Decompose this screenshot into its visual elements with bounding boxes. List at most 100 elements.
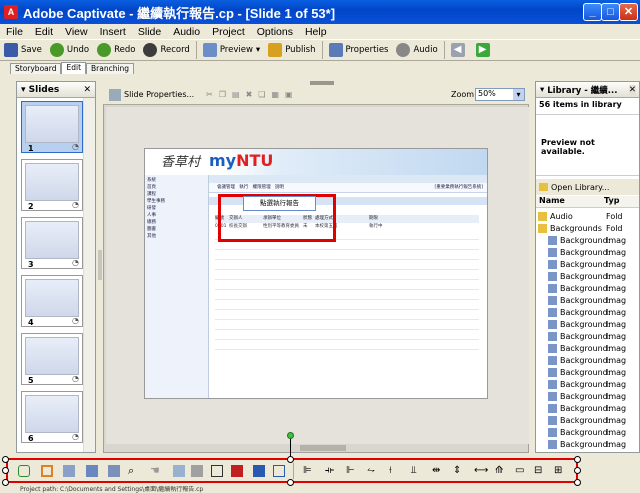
- slides-scrollbar[interactable]: [83, 98, 95, 452]
- bottom-panel-handle[interactable]: [300, 445, 346, 451]
- highlight-box-icon[interactable]: [41, 465, 53, 477]
- menu-slide[interactable]: Slide: [132, 26, 167, 38]
- publish-button[interactable]: Publish: [264, 40, 319, 60]
- menu-audio[interactable]: Audio: [167, 26, 206, 38]
- close-icon[interactable]: ✕: [83, 85, 91, 95]
- library-item[interactable]: Background: Imag: [538, 330, 634, 342]
- align-top-icon[interactable]: ⥊: [367, 465, 379, 477]
- menu-view[interactable]: View: [59, 26, 94, 38]
- paste-icon[interactable]: ▤: [232, 90, 240, 99]
- distribute-vertical-icon[interactable]: ⇕: [453, 465, 465, 477]
- rectangle-icon[interactable]: [211, 465, 223, 477]
- library-item[interactable]: Background: Imag: [538, 438, 634, 450]
- selection-handle[interactable]: [2, 456, 9, 463]
- library-item[interactable]: Background: Imag: [538, 426, 634, 438]
- snap-icon[interactable]: ▣: [285, 90, 293, 99]
- column-name[interactable]: Name: [539, 196, 565, 205]
- rotate-handle[interactable]: [287, 432, 294, 439]
- same-size-icon[interactable]: ▭: [515, 465, 527, 477]
- slide-thumbnail[interactable]: 2 ◔: [21, 159, 83, 211]
- animation-icon[interactable]: [191, 465, 203, 477]
- library-item[interactable]: Background: Imag: [538, 378, 634, 390]
- menu-project[interactable]: Project: [206, 26, 251, 38]
- center-horizontal-icon[interactable]: ⊟: [534, 465, 546, 477]
- button-icon[interactable]: [86, 465, 98, 477]
- menu-file[interactable]: File: [0, 26, 29, 38]
- menu-insert[interactable]: Insert: [94, 26, 132, 38]
- selection-handle[interactable]: [287, 456, 294, 463]
- library-item[interactable]: Background: Imag: [538, 270, 634, 282]
- preview-button[interactable]: Preview ▾: [199, 40, 264, 60]
- close-button[interactable]: ✕: [619, 3, 638, 21]
- library-item[interactable]: Background: Imag: [538, 366, 634, 378]
- selection-handle[interactable]: [574, 456, 581, 463]
- library-item[interactable]: Background: Imag: [538, 402, 634, 414]
- menu-options[interactable]: Options: [251, 26, 299, 38]
- selection-handle[interactable]: [574, 479, 581, 486]
- library-item[interactable]: Audio Fold: [538, 210, 634, 222]
- library-item[interactable]: Background: Imag: [538, 282, 634, 294]
- distribute-horizontal-icon[interactable]: ⇹: [432, 465, 444, 477]
- library-item[interactable]: Background: Imag: [538, 414, 634, 426]
- close-icon[interactable]: ✕: [628, 84, 636, 95]
- maximize-button[interactable]: □: [601, 3, 620, 21]
- slide-thumbnail[interactable]: 5 ◔: [21, 333, 83, 385]
- selection-handle[interactable]: [2, 467, 9, 474]
- library-item[interactable]: Background: Imag: [538, 390, 634, 402]
- library-item[interactable]: Background: Imag: [538, 342, 634, 354]
- tab-edit[interactable]: Edit: [61, 62, 87, 74]
- undo-button[interactable]: Undo: [46, 40, 93, 60]
- align-right-icon[interactable]: ⊩: [346, 465, 358, 477]
- next-slide-button[interactable]: ▶: [472, 40, 497, 60]
- audio-button[interactable]: Audio: [392, 40, 441, 60]
- same-height-icon[interactable]: ⟰: [495, 465, 507, 477]
- align-bottom-icon[interactable]: ⫫: [411, 465, 423, 477]
- slide-stage[interactable]: 香草村 myNTU 系統 首頁 課程 學生事務 研發 人事 總務 圖書 其他 會…: [144, 148, 488, 399]
- slide-thumbnail[interactable]: 6 ◔: [21, 391, 83, 443]
- zoom-select[interactable]: 50% ▾: [475, 88, 525, 101]
- rollover-icon[interactable]: [231, 465, 243, 477]
- align-center-icon[interactable]: ⟛: [325, 465, 337, 477]
- menu-edit[interactable]: Edit: [29, 26, 59, 38]
- image-icon[interactable]: [173, 465, 185, 477]
- library-item[interactable]: Background: Imag: [538, 258, 634, 270]
- slide-thumbnail[interactable]: 4 ◔: [21, 275, 83, 327]
- text-caption-icon[interactable]: [18, 465, 30, 477]
- same-width-icon[interactable]: ⟷: [474, 465, 488, 477]
- zoom-area-icon[interactable]: ⌕: [128, 465, 140, 477]
- open-library-button[interactable]: Open Library...: [536, 179, 639, 195]
- delete-icon[interactable]: ✖: [246, 90, 253, 99]
- rollover-image-icon[interactable]: [253, 465, 265, 477]
- library-item[interactable]: Background: Imag: [538, 318, 634, 330]
- save-button[interactable]: Save: [0, 40, 46, 60]
- selection-handle[interactable]: [287, 479, 294, 486]
- cut-icon[interactable]: ✂: [206, 90, 213, 99]
- slide-thumbnail[interactable]: 3 ◔: [21, 217, 83, 269]
- redo-button[interactable]: Redo: [93, 40, 139, 60]
- library-item[interactable]: Background: Imag: [538, 294, 634, 306]
- slide-thumbnail[interactable]: 1 ◔: [21, 101, 83, 153]
- collapse-icon[interactable]: ▾: [540, 85, 547, 95]
- previous-slide-button[interactable]: ◀: [447, 40, 472, 60]
- menu-help[interactable]: Help: [299, 26, 333, 38]
- duplicate-icon[interactable]: ❏: [258, 90, 265, 99]
- align-left-icon[interactable]: ⊫: [303, 465, 315, 477]
- collapse-icon[interactable]: ▾: [21, 85, 29, 95]
- tab-branching[interactable]: Branching: [86, 63, 135, 74]
- library-item[interactable]: Background: Imag: [538, 234, 634, 246]
- library-item[interactable]: Background: Imag: [538, 246, 634, 258]
- click-box-icon[interactable]: [63, 465, 75, 477]
- caption-popup[interactable]: 點選執行報告: [243, 196, 316, 211]
- library-item[interactable]: Backgrounds Fold: [538, 222, 634, 234]
- selection-handle[interactable]: [574, 467, 581, 474]
- text-animation-icon[interactable]: [273, 465, 285, 477]
- column-type[interactable]: Typ: [604, 196, 619, 205]
- library-item[interactable]: Background: Imag: [538, 354, 634, 366]
- grid-icon[interactable]: ▦: [271, 90, 279, 99]
- record-button[interactable]: Record: [139, 40, 193, 60]
- library-item[interactable]: Background: Imag: [538, 306, 634, 318]
- top-panel-handle[interactable]: [310, 81, 334, 85]
- text-entry-icon[interactable]: [108, 465, 120, 477]
- copy-icon[interactable]: ❐: [219, 90, 226, 99]
- align-middle-icon[interactable]: ⟊: [389, 465, 401, 477]
